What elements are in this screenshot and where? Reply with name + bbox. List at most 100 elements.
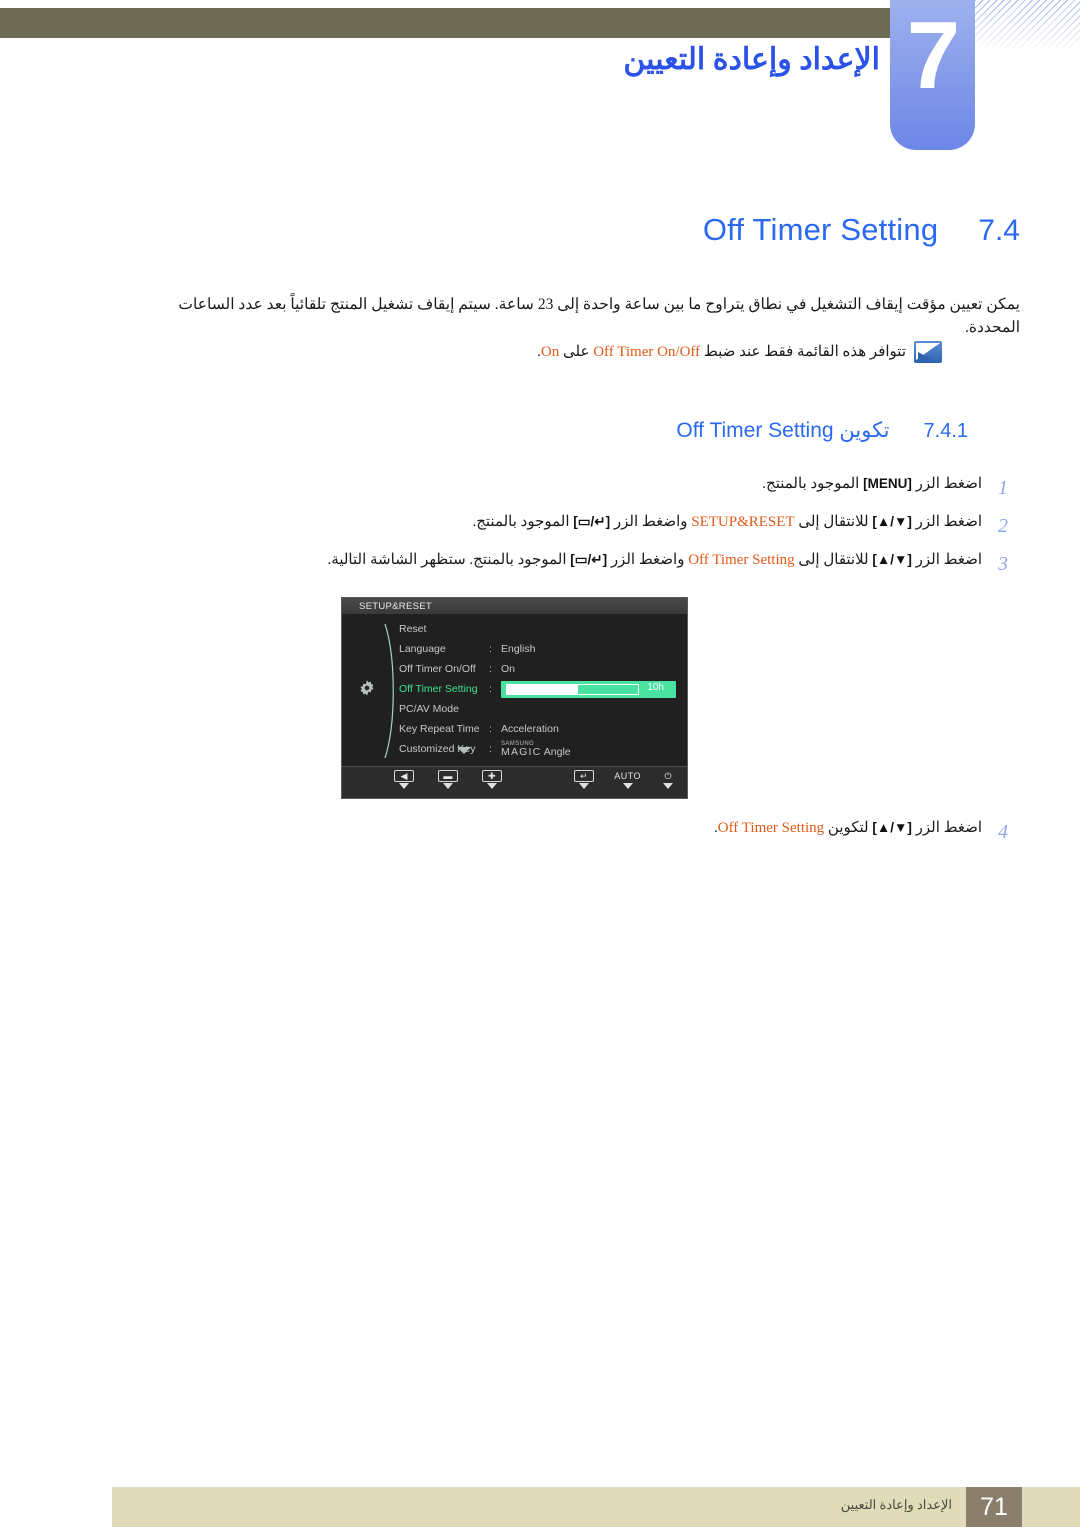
step2-highlight: SETUP&RESET [691,514,795,530]
slider-value-label: 10h [647,681,664,693]
magic-wordmark: MAGIC [501,745,542,758]
step2-key-enter: [▭/↵] [573,514,611,529]
enter-icon: ↵ [573,770,594,782]
left-arrow-icon: ◀ [393,770,414,782]
header-bar [0,8,890,38]
step-text: اضغط الزر [▲/▼] للانتقال إلى Off Timer S… [120,550,986,572]
osd-row-off-timer-on-off[interactable]: Off Timer On/Off : On [399,659,687,679]
osd-value: On [501,663,516,675]
power-icon: ⏻ [664,770,673,781]
osd-colon: : [489,743,492,755]
step4-key-updown: [▲/▼] [872,820,912,835]
step2-part3: واضغط الزر [610,514,692,530]
step1-key-menu: [MENU] [863,476,912,491]
step-item: 3 اضغط الزر [▲/▼] للانتقال إلى Off Timer… [120,550,1020,579]
osd-enter-button[interactable]: ↵ [562,770,606,789]
step-number: 2 [998,515,1008,537]
osd-minus-button[interactable]: ▬ [426,770,470,789]
step-number: 1 [998,477,1008,499]
step3-part1: اضغط الزر [911,552,982,568]
osd-title: SETUP&RESET [359,600,432,612]
page-number: 71 [980,1492,1008,1521]
step3-part3: واضغط الزر [607,552,689,568]
header-stripes-decoration [970,0,1080,52]
osd-row-reset[interactable]: Reset [399,619,687,639]
chapter-title: الإعداد وإعادة التعيين [623,43,880,76]
osd-label: Off Timer On/Off [399,663,476,675]
osd-plus-button[interactable]: ✚ [470,770,514,789]
osd-row-key-repeat-time[interactable]: Key Repeat Time : Acceleration [399,719,687,739]
osd-colon: : [489,683,492,695]
subsection-heading: تكوين Off Timer Setting 7.4.1 [676,418,968,443]
triangle-down-icon [578,783,589,789]
triangle-down-icon [442,783,453,789]
step3-highlight: Off Timer Setting [688,552,795,568]
step2-part4: الموجود بالمنتج. [472,514,574,530]
osd-back-button[interactable]: ◀ [382,770,426,789]
auto-label: AUTO [614,771,642,781]
chevron-down-icon[interactable] [457,747,471,754]
page-number-box: 71 [966,1487,1022,1527]
section-number: 7.4 [978,214,1020,247]
osd-row-pc-av-mode[interactable]: PC/AV Mode [399,699,687,719]
steps-list-continued: 4 اضغط الزر [▲/▼] لتكوين Off Timer Setti… [120,818,1020,856]
osd-button-bar: ◀ ▬ ✚ ↵ AUTO ⏻ [342,766,687,798]
osd-screenshot: SETUP&RESET Reset Language : English Off… [341,597,688,799]
note-highlight-1: Off Timer On/Off [593,343,701,360]
note-block: تتوافر هذه القائمة فقط عند ضبط Off Timer… [142,341,942,363]
step-item: 2 اضغط الزر [▲/▼] للانتقال إلى SETUP&RES… [120,512,1020,541]
osd-label: Language [399,643,446,655]
osd-row-language[interactable]: Language : English [399,639,687,659]
osd-label: PC/AV Mode [399,703,459,715]
step2-key-updown: [▲/▼] [872,514,912,529]
step3-part2: للانتقال إلى [794,552,873,568]
osd-buttons: ◀ ▬ ✚ ↵ AUTO ⏻ [342,767,687,798]
osd-power-button[interactable]: ⏻ [650,770,687,789]
off-timer-slider[interactable]: 10h [501,680,676,698]
osd-body: Reset Language : English Off Timer On/Of… [342,614,687,766]
subsection-title: تكوين Off Timer Setting [676,418,889,443]
section-intro-paragraph: يمكن تعيين مؤقت إيقاف التشغيل في نطاق يت… [178,296,1020,337]
osd-menu-list: Reset Language : English Off Timer On/Of… [399,619,687,759]
gear-icon [360,680,374,696]
osd-row-customized-key[interactable]: Customized Key : SAMSUNG MAGIC Angle [399,739,687,759]
step-text: اضغط الزر [MENU] الموجود بالمنتج. [120,474,986,496]
osd-curve-divider [384,624,394,758]
note-prefix: تتوافر هذه القائمة فقط عند ضبط [700,343,906,360]
osd-colon: : [489,663,492,675]
osd-value: English [501,643,536,655]
step-text: اضغط الزر [▲/▼] للانتقال إلى SETUP&RESET… [120,512,986,534]
step2-part1: اضغط الزر [911,514,982,530]
step1-part2: الموجود بالمنتج. [762,476,864,492]
step-item: 4 اضغط الزر [▲/▼] لتكوين Off Timer Setti… [120,818,1020,847]
step-item: 1 اضغط الزر [MENU] الموجود بالمنتج. [120,474,1020,503]
chapter-number: 7 [906,2,960,109]
note-highlight-2: On [540,343,560,360]
step3-key-updown: [▲/▼] [872,552,912,567]
step4-part2: لتكوين [824,820,873,836]
step2-part2: للانتقال إلى [794,514,873,530]
triangle-down-icon [622,783,633,789]
plus-icon: ✚ [481,770,502,782]
osd-colon: : [489,723,492,735]
triangle-down-icon [486,783,497,789]
osd-auto-button[interactable]: AUTO [606,770,650,789]
chapter-number-badge: 7 [890,0,975,150]
osd-value: Acceleration [501,723,559,735]
step3-part4: الموجود بالمنتج. ستظهر الشاشة التالية. [327,552,571,568]
osd-row-off-timer-setting[interactable]: Off Timer Setting : 10h [399,679,687,699]
minus-icon: ▬ [437,770,458,782]
triangle-down-icon [398,783,409,789]
osd-title-bar: SETUP&RESET [342,598,687,614]
section-heading: Off Timer Setting 7.4 [703,212,1020,248]
note-pencil-icon [914,341,942,363]
magic-suffix: Angle [543,745,571,758]
section-title: Off Timer Setting [702,212,939,247]
osd-label: Reset [399,623,427,635]
step1-part1: اضغط الزر [911,476,982,492]
footer-chapter-label: الإعداد وإعادة التعيين [840,1497,952,1512]
slider-fill [507,684,578,694]
document-page: 7 الإعداد وإعادة التعيين Off Timer Setti… [0,0,1080,1527]
note-middle: على [559,343,594,360]
step-number: 3 [998,553,1008,575]
